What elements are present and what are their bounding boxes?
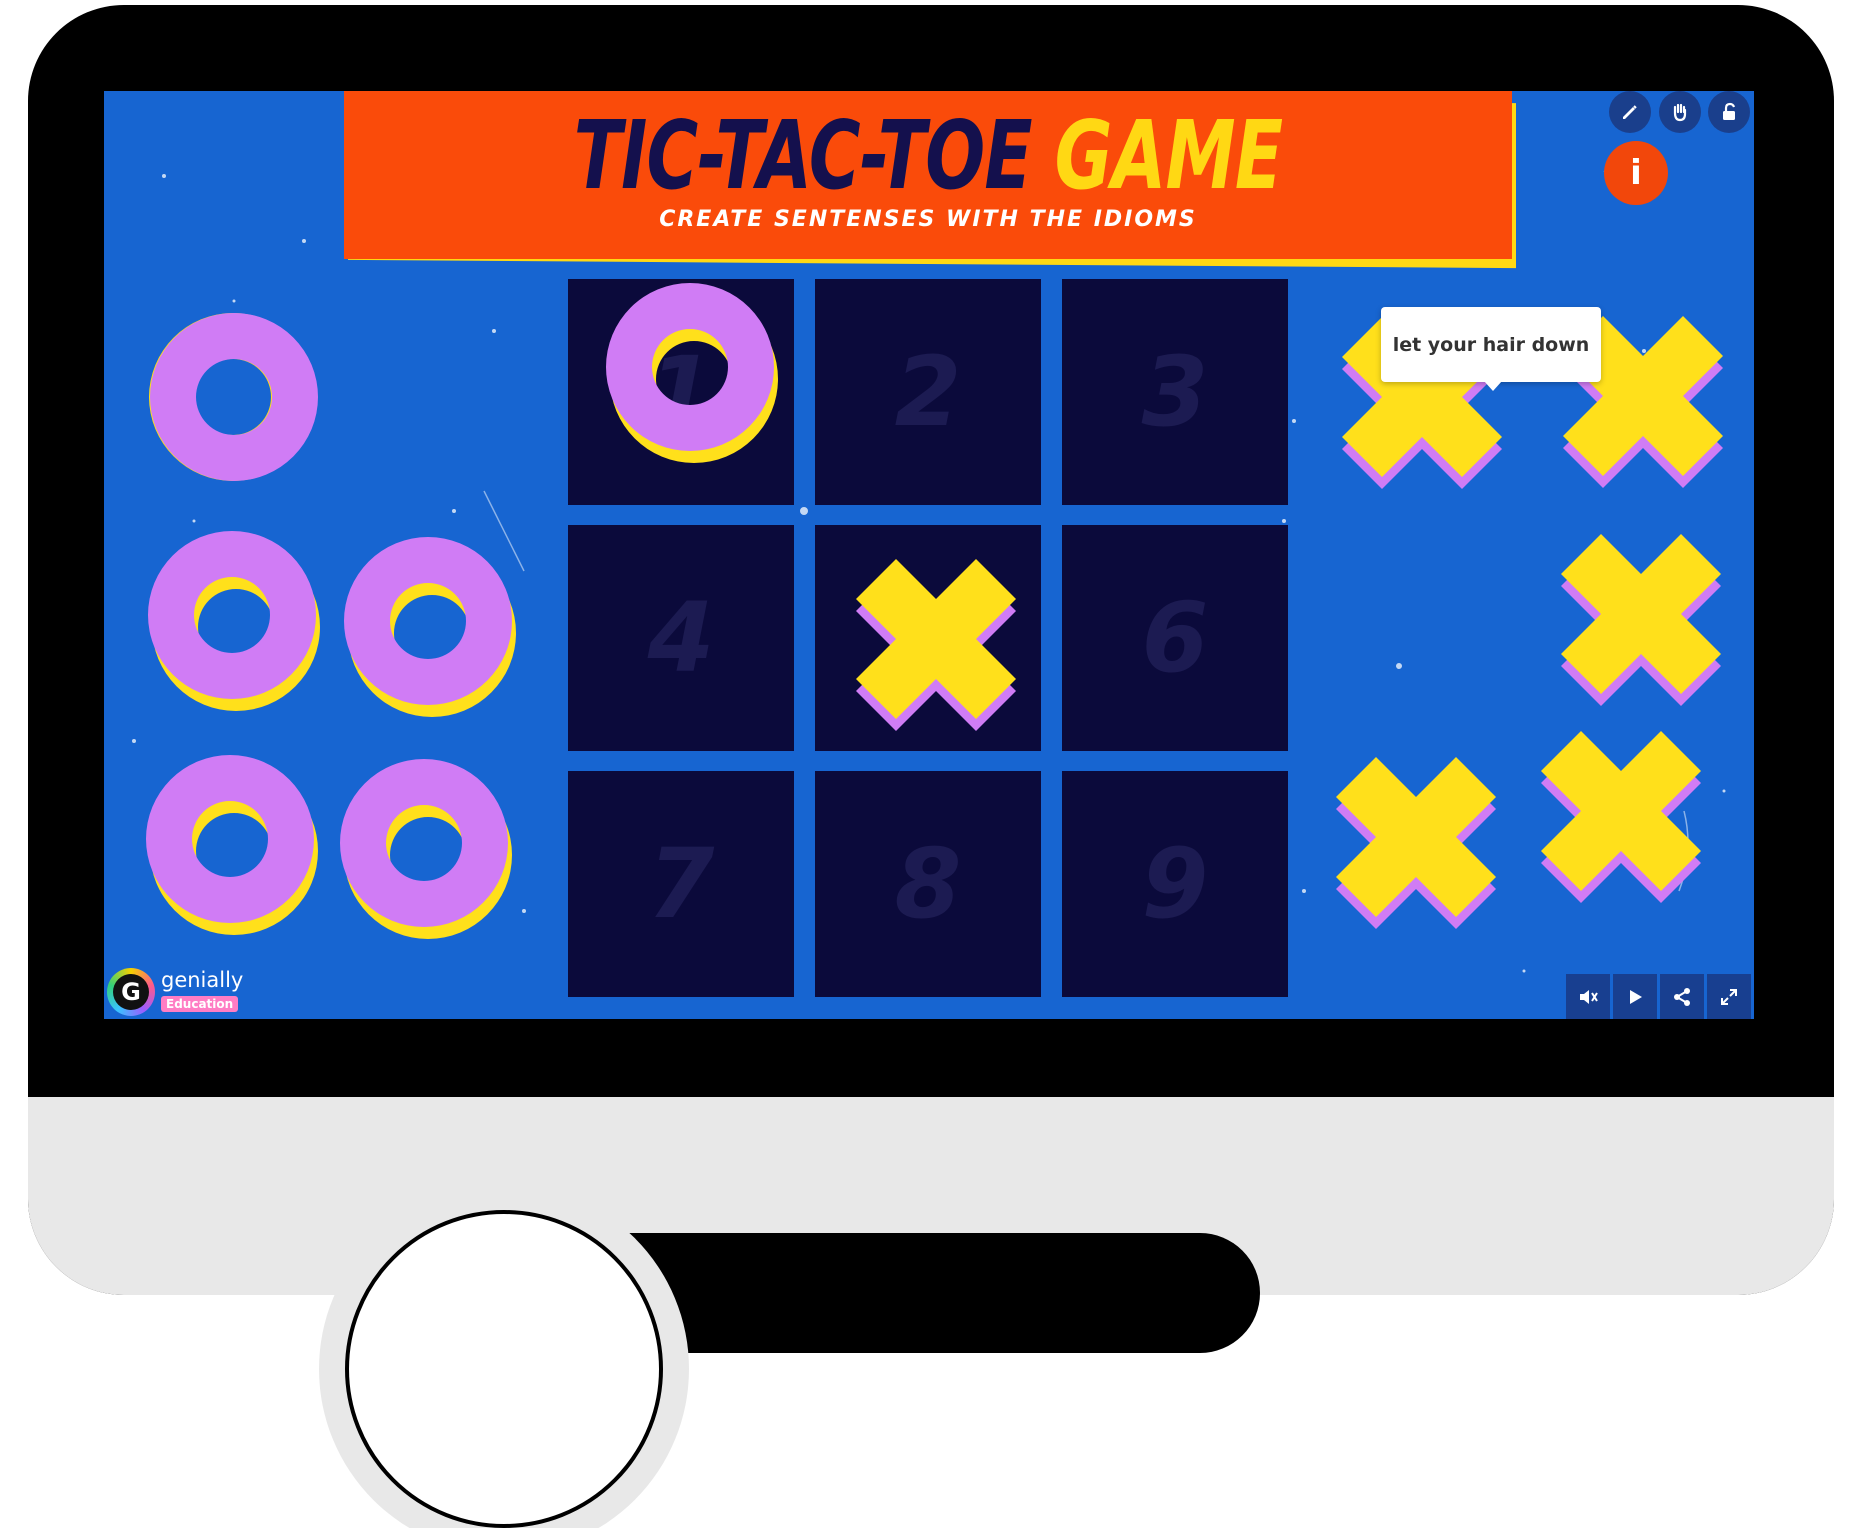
board-cell-3[interactable]: 3: [1062, 279, 1288, 505]
x-piece[interactable]: [1336, 757, 1512, 933]
play-icon: [1630, 989, 1642, 1004]
genially-logo[interactable]: G genially Education: [107, 968, 247, 1018]
cell-number: 3: [1141, 336, 1209, 448]
share-icon: [1674, 987, 1690, 1006]
title-text: TIC-TAC-TOE: [573, 101, 1033, 211]
cell-number: 7: [647, 828, 715, 940]
brand-name: genially: [161, 968, 244, 992]
placed-x-piece-cell-5[interactable]: [856, 559, 1032, 735]
board-cell-2[interactable]: 2: [815, 279, 1041, 505]
monitor-pill-decoration: [560, 1233, 1260, 1353]
x-piece[interactable]: [1561, 534, 1737, 710]
o-piece[interactable]: [140, 755, 320, 935]
play-button[interactable]: [1613, 974, 1657, 1019]
title-game-word: GAME: [1054, 101, 1283, 211]
edit-button[interactable]: [1609, 91, 1651, 133]
bottom-toolbar: [1566, 974, 1754, 1019]
cell-number: 6: [1141, 582, 1209, 694]
board-cell-6[interactable]: 6: [1062, 525, 1288, 751]
o-piece[interactable]: [334, 759, 514, 939]
pencil-icon: [1623, 105, 1637, 119]
placed-o-piece-cell-1[interactable]: [600, 283, 780, 463]
cell-number: 8: [894, 828, 962, 940]
idiom-tooltip: let your hair down: [1381, 307, 1601, 391]
x-piece[interactable]: [1541, 731, 1717, 907]
fullscreen-icon: [1721, 988, 1737, 1005]
title-banner: TIC-TAC-TOE GAME CREATE SENTENSES WITH TH…: [344, 91, 1512, 259]
o-piece[interactable]: [142, 531, 322, 711]
game-screen: TIC-TAC-TOE GAME CREATE SENTENSES WITH TH…: [104, 91, 1754, 1019]
cell-number: 4: [647, 582, 715, 694]
logo-letter: G: [113, 974, 149, 1010]
o-piece[interactable]: [144, 313, 324, 493]
board-cell-8[interactable]: 8: [815, 771, 1041, 997]
cell-number: 9: [1141, 828, 1209, 940]
cell-number: 2: [894, 336, 962, 448]
logo-ring: G: [107, 968, 155, 1016]
game-title: TIC-TAC-TOE GAME: [449, 101, 1407, 211]
info-button[interactable]: i: [1604, 141, 1668, 205]
brand-tag: Education: [161, 996, 239, 1012]
board-cell-7[interactable]: 7: [568, 771, 794, 997]
mute-icon: [1580, 989, 1598, 1004]
unlock-icon: [1723, 102, 1736, 120]
hand-button[interactable]: [1659, 91, 1701, 133]
unlock-button[interactable]: [1708, 91, 1750, 133]
board-cell-4[interactable]: 4: [568, 525, 794, 751]
monitor-circle-decoration: [345, 1210, 663, 1528]
hand-icon: [1673, 103, 1687, 122]
fullscreen-button[interactable]: [1707, 974, 1751, 1019]
o-piece[interactable]: [338, 537, 518, 717]
mute-button[interactable]: [1566, 974, 1610, 1019]
share-button[interactable]: [1660, 974, 1704, 1019]
board-cell-9[interactable]: 9: [1062, 771, 1288, 997]
game-subtitle: CREATE SENTENSES WITH THE IDIOMS: [659, 207, 1197, 232]
